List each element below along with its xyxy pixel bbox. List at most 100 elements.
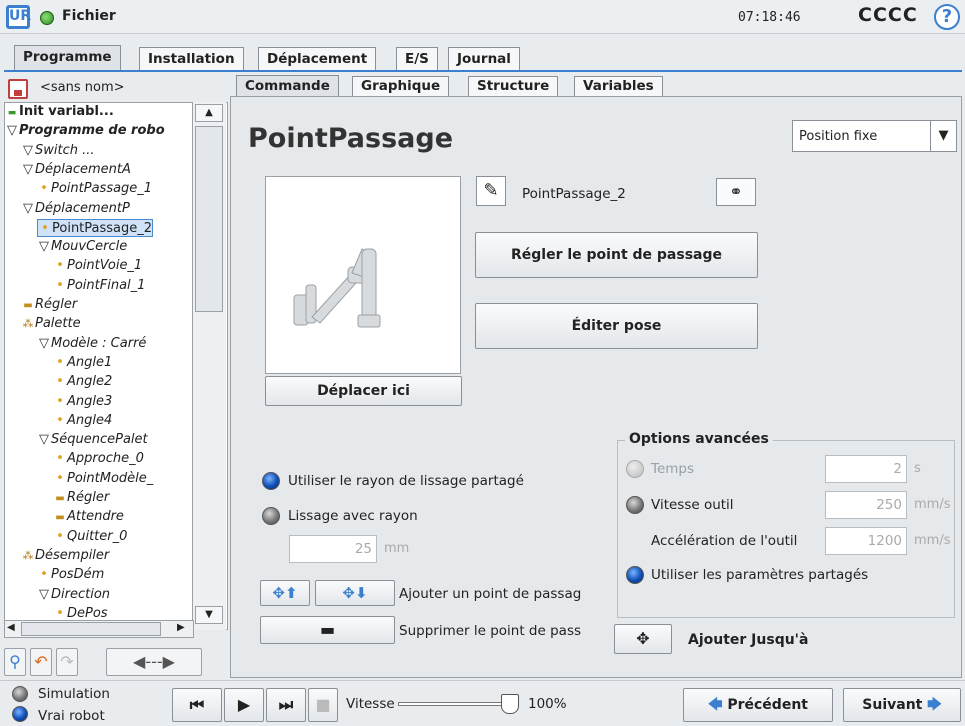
move-waypoint-down-button[interactable]: ✥⬇ [315,580,395,606]
real-robot-radio[interactable] [12,706,28,722]
time-radio[interactable] [626,460,644,478]
expand-collapse-icon[interactable]: ◀‑‑‑▶ [106,648,202,676]
tab-programme[interactable]: Programme [14,45,121,71]
tree-item-label: Angle4 [67,412,113,428]
triangle-down-icon: ▽ [39,239,49,255]
tree-item-label: PointPassage_1 [51,181,153,197]
undo-icon[interactable]: ↶ [30,648,52,676]
add-until-button[interactable]: ✥ [614,624,672,654]
save-icon[interactable] [8,79,28,99]
tree-item-label: Angle2 [67,374,113,390]
speed-label: Vitesse [346,696,395,712]
simulation-radio[interactable] [12,686,28,702]
tool-speed-radio[interactable] [626,496,644,514]
waypoint-dot-icon: • [56,528,64,544]
position-type-select[interactable]: Position fixe ▼ [792,120,957,152]
chevron-down-icon[interactable]: ▼ [930,121,956,151]
shared-radius-radio[interactable] [262,472,280,490]
move-waypoint-up-button[interactable]: ✥⬆ [260,580,310,606]
tree-item-label: Init variabl... [19,104,114,119]
page-title: PointPassage [248,123,454,154]
tool-accel-unit: mm/s [914,533,951,548]
speed-slider-handle[interactable] [501,694,519,714]
tool-accel-input[interactable]: 1200 [825,527,907,555]
tree-item[interactable]: ▽ Direction [37,586,110,604]
search-icon[interactable]: ⚲ [4,648,26,676]
waypoint-dot-icon: • [56,354,64,370]
step-icon[interactable]: ⏭ [266,688,306,722]
tree-item-label: Régler [67,490,110,505]
tree-item[interactable]: ▽ Programme de robo [5,122,165,140]
tree-horizontal-scrollbar[interactable]: ◀ ▶ [4,620,194,638]
tree-item[interactable]: • Approche_0 [53,450,144,468]
scroll-left-icon[interactable]: ◀ [7,622,15,633]
scroll-up-icon[interactable]: ▲ [195,104,223,122]
bar-icon: ▬ [23,300,33,311]
next-button[interactable]: Suivant 🡆 [843,688,961,722]
tree-item[interactable]: ▬ Régler [21,296,77,314]
tree-item[interactable]: ▬ Régler [53,489,109,507]
tree-item[interactable]: ▽ MouvCercle [37,238,127,256]
tree-item[interactable]: • Angle1 [53,354,112,372]
tree-item[interactable]: • PosDém [37,566,104,584]
edit-pose-button[interactable]: Éditer pose [475,303,758,349]
waypoint-dot-icon: • [40,181,48,197]
tab-deplacement[interactable]: Déplacement [258,47,377,71]
tree-item[interactable]: ▽ DéplacementA [21,161,131,179]
hscroll-thumb[interactable] [21,622,161,636]
shared-params-radio[interactable] [626,566,644,584]
skip-back-icon[interactable]: ⏮ [172,688,222,722]
tree-item-label: PointModèle_ [67,470,154,486]
file-menu[interactable]: Fichier [62,8,116,24]
tab-graphique[interactable]: Graphique [352,76,450,97]
waypoint-dot-icon: • [56,374,64,390]
play-icon[interactable]: ▶ [224,688,264,722]
remove-waypoint-button[interactable]: ▬ [260,616,395,644]
time-input[interactable]: 2 [825,455,907,483]
tree-item[interactable]: ▽ Modèle : Carré [37,335,146,353]
robot-status-icon[interactable] [40,11,54,25]
tree-item[interactable]: • PointPassage_1 [37,180,152,198]
scroll-thumb[interactable] [195,126,223,312]
tree-item[interactable]: • PointModèle_ [53,470,153,488]
speed-slider[interactable] [398,702,510,706]
previous-button[interactable]: 🡄 Précédent [683,688,833,722]
tab-journal[interactable]: Journal [448,47,520,71]
redo-icon[interactable]: ↷ [56,648,78,676]
blend-radius-radio[interactable] [262,507,280,525]
robot-arm-icon [293,248,381,328]
ur-logo-icon: UR [6,5,31,29]
tab-es[interactable]: E/S [396,47,438,71]
tree-item[interactable]: • Angle3 [53,393,112,411]
tree-item[interactable]: ⁂ Palette [21,315,81,333]
tree-item[interactable]: ▽ Switch ... [21,142,95,160]
tab-commande[interactable]: Commande [236,75,339,97]
tree-vertical-scrollbar[interactable]: ▲ ▼ [192,102,226,630]
tree-item[interactable]: • PointVoie_1 [53,257,142,275]
stop-icon[interactable]: ■ [308,688,338,722]
tree-item[interactable]: • Angle4 [53,412,112,430]
link-icon[interactable]: ⚭ [716,178,756,206]
move-here-button[interactable]: Déplacer ici [265,376,462,406]
tree-item[interactable]: ⁂ Désempiler [21,547,110,565]
tree-item[interactable]: • PointFinal_1 [53,277,145,295]
tree-item-label: Switch ... [35,142,95,158]
tree-item-label: Modèle : Carré [51,335,147,351]
tool-speed-input[interactable]: 250 [825,491,907,519]
tree-item[interactable]: ▬ Init variabl... [5,103,114,121]
tab-variables[interactable]: Variables [574,76,663,97]
tab-installation[interactable]: Installation [139,47,244,71]
scroll-down-icon[interactable]: ▼ [195,606,223,624]
tree-item[interactable]: ▬ Attendre [53,508,124,526]
tree-item[interactable]: ▽ DéplacementP [21,200,130,218]
help-icon[interactable]: ? [934,4,960,30]
scroll-right-icon[interactable]: ▶ [177,622,185,633]
tab-structure[interactable]: Structure [468,76,559,97]
blend-radius-input[interactable]: 25 [289,535,377,563]
tree-item[interactable]: • Angle2 [53,373,112,391]
tree-item[interactable]: • PointPassage_2 [37,218,154,237]
tree-item[interactable]: ▽ SéquencePalet [37,431,148,449]
pencil-icon[interactable]: ✎ [476,176,506,206]
set-waypoint-button[interactable]: Régler le point de passage [475,232,758,278]
tree-item[interactable]: • Quitter_0 [53,528,127,546]
